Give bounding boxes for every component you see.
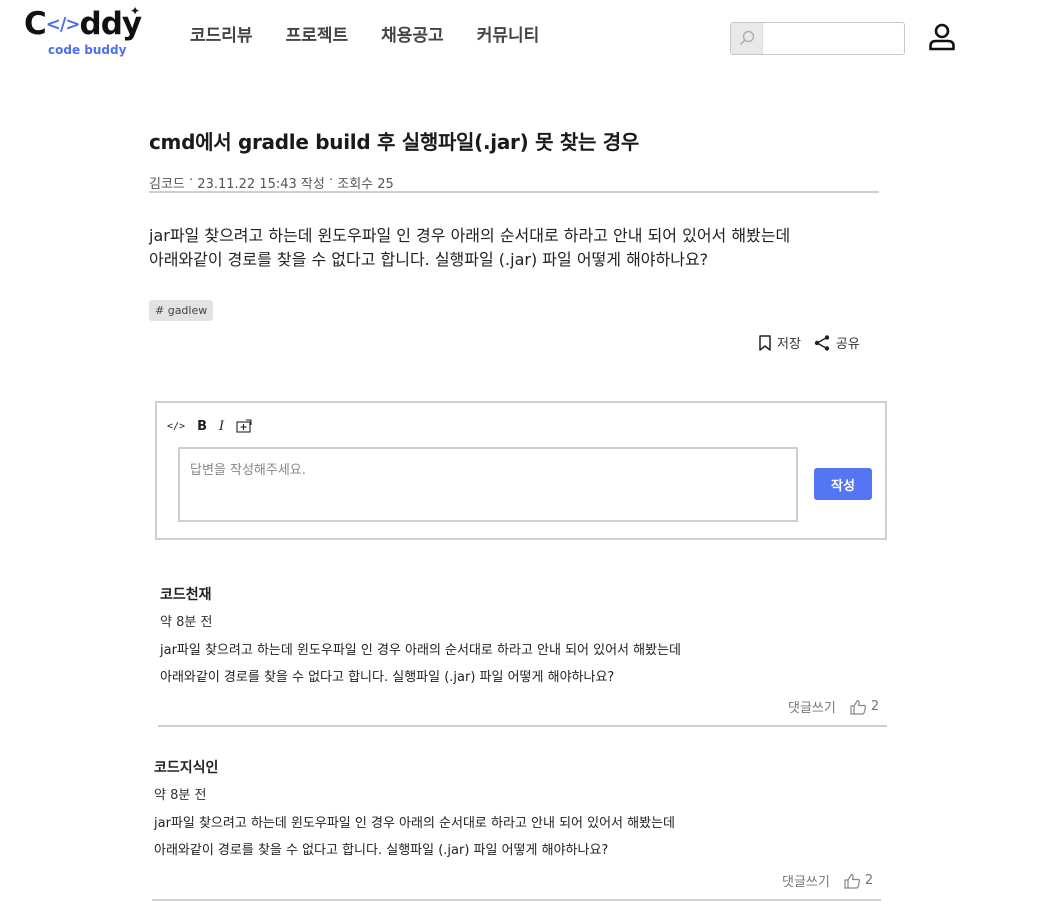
thumbs-up-icon <box>844 873 860 889</box>
comment-text-line: jar파일 찾으려고 하는데 윈도우파일 인 경우 아래의 순서대로 하라고 안… <box>154 816 675 831</box>
post-header: cmd에서 gradle build 후 실행파일(.jar) 못 찾는 경우 … <box>149 126 879 192</box>
post-date: 23.11.22 15:43 작성 <box>197 177 325 192</box>
meta-separator: · <box>324 173 338 188</box>
like-button[interactable]: 2 <box>850 699 879 715</box>
nav-community[interactable]: 커뮤니티 <box>477 21 540 46</box>
reply-button[interactable]: 댓글쓰기 <box>782 871 830 890</box>
comment-time: 약 8분 전 <box>160 615 213 630</box>
bookmark-icon <box>759 334 771 351</box>
nav-jobs[interactable]: 채용공고 <box>381 21 444 46</box>
comment-text: jar파일 찾으려고 하는데 윈도우파일 인 경우 아래의 순서대로 하라고 안… <box>160 637 890 691</box>
post-views: 조회수 25 <box>337 177 394 192</box>
post-body-line: jar파일 찾으려고 하는데 윈도우파일 인 경우 아래의 순서대로 하라고 안… <box>149 226 791 245</box>
search-box <box>730 22 905 55</box>
like-button[interactable]: 2 <box>844 873 873 889</box>
editor-toolbar: </> B I <box>167 417 252 435</box>
comment-item: 코드지식인 약 8분 전 jar파일 찾으려고 하는데 윈도우파일 인 경우 아… <box>154 757 884 864</box>
save-label: 저장 <box>777 337 801 352</box>
site-header: C</>ddy ✦ code buddy 코드리뷰 프로젝트 채용공고 커뮤니티 <box>0 0 1047 80</box>
post-title: cmd에서 gradle build 후 실행파일(.jar) 못 찾는 경우 <box>149 130 639 154</box>
comment-footer: 댓글쓰기 2 <box>788 697 1047 716</box>
share-label: 공유 <box>835 337 860 352</box>
share-button[interactable]: 공유 <box>813 333 860 352</box>
post-meta: 김코드 · 23.11.22 15:43 작성 · 조회수 25 <box>149 173 879 192</box>
logo[interactable]: C</>ddy ✦ code buddy <box>24 4 146 62</box>
bold-button[interactable]: B <box>197 417 207 435</box>
post-body: jar파일 찾으려고 하는데 윈도우파일 인 경우 아래의 순서대로 하라고 안… <box>149 224 879 272</box>
code-block-button[interactable]: </> <box>167 417 185 435</box>
reply-button[interactable]: 댓글쓰기 <box>788 697 836 716</box>
sparkle-icon: ✦ <box>130 4 141 18</box>
user-icon[interactable] <box>927 22 957 52</box>
meta-separator: · <box>184 173 198 188</box>
post-tag[interactable]: # gadlew <box>149 300 214 321</box>
comment-text-line: 아래와같이 경로를 찾을 수 없다고 합니다. 실행파일 (.jar) 파일 어… <box>160 670 615 685</box>
comment-author: 코드천재 <box>160 587 212 603</box>
thumbs-up-icon <box>850 699 866 715</box>
image-add-icon[interactable] <box>236 417 252 435</box>
comment-text-line: jar파일 찾으려고 하는데 윈도우파일 인 경우 아래의 순서대로 하라고 안… <box>160 643 681 658</box>
comment-item: 코드천재 약 8분 전 jar파일 찾으려고 하는데 윈도우파일 인 경우 아래… <box>160 584 890 691</box>
answer-editor: </> B I 작성 <box>155 401 887 540</box>
comment-divider <box>158 725 887 727</box>
answer-input[interactable] <box>178 447 798 522</box>
search-input[interactable] <box>765 25 901 52</box>
title-divider <box>149 191 879 193</box>
nav-code-review[interactable]: 코드리뷰 <box>190 21 253 46</box>
like-count: 2 <box>870 699 880 714</box>
post-body-line: 아래와같이 경로를 찾을 수 없다고 합니다. 실행파일 (.jar) 파일 어… <box>149 250 709 269</box>
comment-text: jar파일 찾으려고 하는데 윈도우파일 인 경우 아래의 순서대로 하라고 안… <box>154 810 884 864</box>
nav-project[interactable]: 프로젝트 <box>286 21 349 46</box>
post-actions: 저장 공유 <box>758 333 860 352</box>
submit-answer-button[interactable]: 작성 <box>814 468 872 500</box>
save-button[interactable]: 저장 <box>758 333 801 352</box>
comment-text-line: 아래와같이 경로를 찾을 수 없다고 합니다. 실행파일 (.jar) 파일 어… <box>154 843 609 858</box>
share-icon <box>814 334 830 351</box>
main-nav: 코드리뷰 프로젝트 채용공고 커뮤니티 <box>190 21 572 46</box>
like-count: 2 <box>864 873 874 888</box>
comment-time: 약 8분 전 <box>154 788 207 803</box>
comment-author: 코드지식인 <box>154 760 219 776</box>
logo-subtitle: code buddy <box>48 43 127 57</box>
post-author: 김코드 <box>149 177 185 192</box>
search-icon[interactable] <box>731 23 763 54</box>
logo-wordmark: C</>ddy <box>24 6 142 42</box>
italic-button[interactable]: I <box>219 417 224 435</box>
comment-divider <box>152 899 881 901</box>
comment-footer: 댓글쓰기 2 <box>782 871 1047 890</box>
